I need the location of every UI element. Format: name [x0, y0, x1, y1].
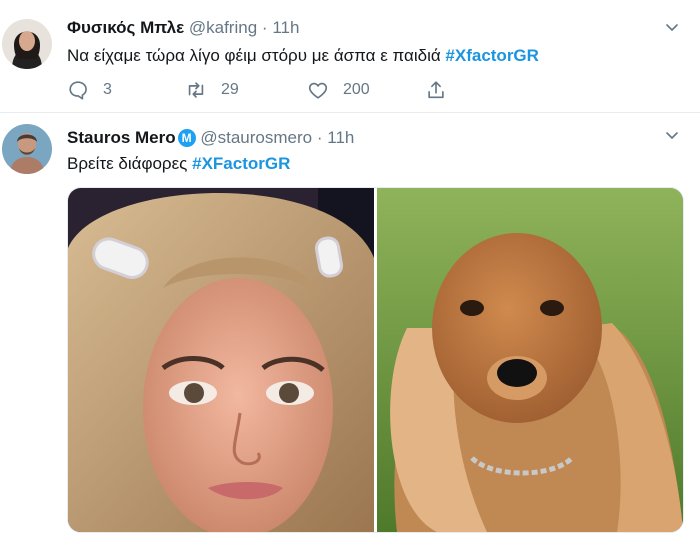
retweet-icon	[188, 82, 204, 98]
display-name[interactable]: Φυσικός Μπλε	[67, 18, 184, 37]
chevron-down-icon[interactable]	[664, 128, 680, 144]
tweet-text: Βρείτε διάφορες	[67, 154, 188, 173]
like-icon	[308, 82, 328, 99]
tweet-2-header: Stauros Mero M @staurosmero · 11h	[67, 128, 354, 148]
tweet-1-actions: 3 29 200	[67, 78, 467, 102]
avatar-fysikos[interactable]	[2, 19, 52, 69]
media-grid	[67, 187, 684, 533]
reply-count: 3	[103, 81, 112, 98]
reply-button[interactable]: 3	[67, 78, 112, 102]
timestamp[interactable]: 11h	[327, 128, 354, 147]
separator-dot: ·	[316, 128, 323, 147]
reply-icon	[69, 81, 87, 100]
avatar-stauros[interactable]	[2, 124, 52, 174]
verified-badge-icon: M	[177, 129, 196, 147]
hashtag-link[interactable]: #XFactorGR	[192, 154, 290, 173]
tweet-1-header: Φυσικός Μπλε @kafring · 11h	[67, 18, 299, 38]
like-button[interactable]: 200	[307, 78, 370, 102]
cocker-spaniel-photo[interactable]	[377, 188, 683, 532]
display-name[interactable]: Stauros Mero	[67, 128, 176, 147]
tweet-text: Να είχαμε τώρα λίγο φέιμ στόρυ με άσπα ε…	[67, 46, 441, 65]
chevron-down-icon[interactable]	[664, 20, 680, 36]
woman-closeup-photo[interactable]	[68, 188, 374, 532]
share-icon	[428, 81, 444, 99]
share-button[interactable]	[425, 78, 461, 102]
tweet-1-text: Να είχαμε τώρα λίγο φέιμ στόρυ με άσπα ε…	[67, 46, 539, 66]
tweet-2-text: Βρείτε διάφορες #XFactorGR	[67, 154, 290, 174]
hashtag-link[interactable]: #XfactorGR	[445, 46, 539, 65]
timestamp[interactable]: 11h	[272, 18, 299, 37]
user-handle[interactable]: @staurosmero	[200, 128, 312, 147]
user-handle[interactable]: @kafring	[189, 18, 257, 37]
retweet-count: 29	[221, 81, 239, 98]
separator-dot: ·	[261, 18, 268, 37]
retweet-button[interactable]: 29	[185, 78, 239, 102]
like-count: 200	[343, 81, 370, 98]
